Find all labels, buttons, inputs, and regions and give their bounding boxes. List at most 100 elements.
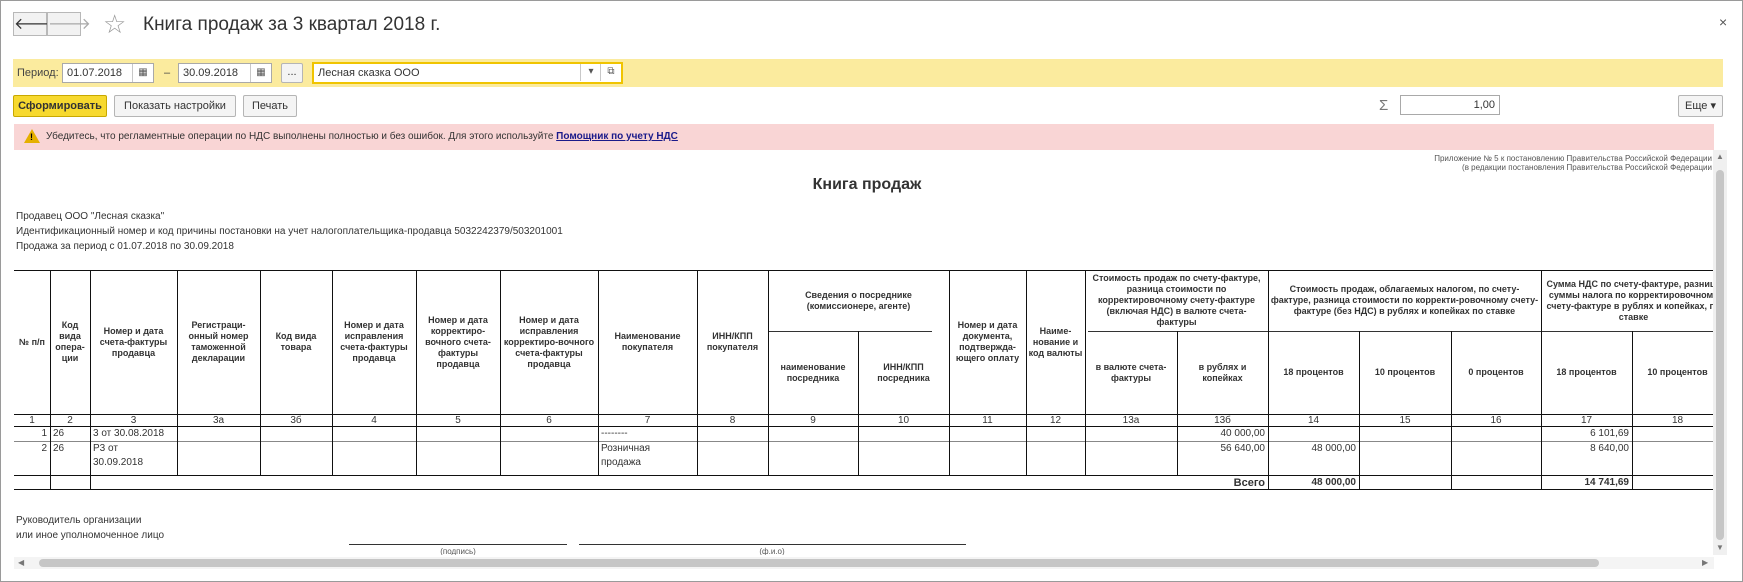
col-header-vat-18: 18 процентов [1556, 367, 1617, 377]
col-number: 16 [1490, 415, 1502, 426]
col-header-currency: Наиме-нование и код валюты [1028, 325, 1083, 358]
signature-label-2: или иное уполномоченное лицо [16, 530, 165, 541]
col-number: 3б [290, 415, 302, 426]
scroll-up-icon[interactable]: ▲ [1716, 152, 1724, 161]
col-number: 6 [546, 415, 552, 426]
row-invoice: Р3 от [93, 443, 118, 454]
vertical-scrollbar[interactable]: ▲ ▼ [1713, 150, 1727, 555]
appendix-line-2: (в редакции постановления Правительства … [1462, 163, 1712, 172]
col-header-invoice: Номер и дата счета-фактуры продавца [99, 325, 168, 358]
col-number: 14 [1307, 415, 1320, 426]
col-header-vat-10: 10 процентов [1647, 367, 1708, 377]
period-label: Период: [17, 67, 59, 79]
date-to-value: 30.09.2018 [183, 67, 239, 79]
seller-line: Продавец ООО "Лесная сказка" [16, 211, 165, 222]
col-number: 15 [1399, 415, 1411, 426]
col-number: 13а [1122, 415, 1140, 426]
appendix-line-1: Приложение № 5 к постановлению Правитель… [1434, 154, 1712, 163]
signature-label-1: Руководитель организации [16, 515, 142, 526]
total-vat-18: 14 741,69 [1584, 477, 1630, 488]
col-header-intermediary-inn: ИНН/КПП посредника [877, 361, 930, 383]
horizontal-scrollbar[interactable]: ◀ ▶ [14, 557, 1714, 569]
col-number: 1 [29, 415, 35, 426]
more-button[interactable]: Еще ▾ [1678, 95, 1723, 117]
col-number: 2 [67, 415, 73, 426]
col-header-sales-value: Стоимость продаж по счету-фактуре, разни… [1092, 273, 1261, 327]
date-from-value: 01.07.2018 [67, 67, 123, 79]
col-header-intermediary: Сведения о посреднике (комиссионере, аге… [805, 289, 912, 311]
col-header-taxable-10: 10 процентов [1374, 367, 1436, 377]
col-header-taxable-18: 18 процентов [1283, 367, 1344, 377]
col-header-goods-code: Код вида товара [275, 331, 317, 352]
vat-warning-banner: ! Убедитесь, что регламентные операции п… [14, 124, 1714, 150]
date-from-field[interactable]: 01.07.2018 ▦ [62, 63, 154, 83]
calendar-icon[interactable]: ▦ [250, 64, 271, 82]
row-value-rub: 56 640,00 [1220, 443, 1266, 454]
col-number: 12 [1049, 415, 1062, 426]
name-line [579, 544, 966, 545]
row-buyer: -------- [601, 428, 628, 439]
name-caption: (ф.и.о) [759, 547, 785, 555]
col-number: 4 [371, 415, 377, 426]
scroll-right-icon[interactable]: ▶ [1702, 558, 1708, 567]
period-select-button[interactable]: ... [281, 63, 303, 83]
report-window: 🡐 🡒 ☆ Книга продаж за 3 квартал 2018 г. … [0, 0, 1743, 582]
period-dash: – [164, 67, 171, 79]
row-vat-18: 6 101,69 [1590, 428, 1629, 439]
scroll-down-icon[interactable]: ▼ [1716, 543, 1724, 552]
horizontal-scroll-thumb[interactable] [39, 559, 1599, 567]
arrow-right-icon: 🡒 [48, 16, 91, 33]
col-header-number: № п/п [19, 336, 45, 347]
close-icon[interactable]: × [1719, 14, 1727, 30]
col-header-invoice-correction: Номер и дата исправления счета-фактуры п… [340, 320, 408, 363]
col-header-taxable-0: 0 процентов [1468, 367, 1524, 377]
row-op-code: 26 [53, 443, 65, 454]
col-header-taxable-value: Стоимость продаж, облагаемых налогом, по… [1270, 284, 1539, 316]
sum-icon: Σ [1379, 97, 1389, 114]
col-number: 18 [1671, 415, 1684, 426]
row-value-rub: 40 000,00 [1220, 428, 1266, 439]
back-button[interactable]: 🡐 [13, 12, 57, 36]
total-label: Всего [1233, 477, 1265, 489]
vat-assistant-link[interactable]: Помощник по учету НДС [556, 131, 678, 142]
row-number: 1 [41, 428, 47, 439]
vertical-scroll-thumb[interactable] [1716, 170, 1724, 540]
signature-caption: (подпись) [440, 547, 476, 555]
scroll-left-icon[interactable]: ◀ [18, 558, 24, 567]
col-header-customs-declaration: Регистраци-онный номер таможенной деклар… [188, 320, 249, 363]
col-number: 8 [729, 415, 736, 426]
signature-line [349, 544, 567, 545]
col-header-buyer-name: Наименование покупателя [614, 331, 681, 352]
open-icon[interactable]: ⧉ [600, 64, 621, 81]
window-title: Книга продаж за 3 квартал 2018 г. [143, 14, 441, 35]
row-number: 2 [41, 443, 47, 454]
warning-icon: ! [24, 129, 40, 143]
col-header-adjustment-correction: Номер и дата исправления корректиро-вочн… [503, 314, 595, 369]
col-header-vat-amount: Сумма НДС по счету-фактуре, разница сумм… [1546, 278, 1714, 322]
col-number: 5 [455, 415, 461, 426]
forward-button[interactable]: 🡒 [47, 12, 91, 36]
favorite-star-icon[interactable]: ☆ [103, 11, 126, 37]
report-title: Книга продаж [812, 176, 922, 193]
row-invoice: 3 от 30.08.2018 [93, 428, 165, 439]
col-header-op-code: Код вида опера-ции [55, 320, 85, 363]
organization-field[interactable]: Лесная сказка ООО ▾ ⧉ [312, 62, 623, 84]
show-settings-button[interactable]: Показать настройки [114, 95, 236, 117]
col-number: 17 [1580, 415, 1593, 426]
col-header-value-rub: в рублях и копейках [1198, 361, 1247, 383]
sum-field[interactable]: 1,00 [1400, 95, 1500, 115]
report-document: Приложение № 5 к постановлению Правитель… [14, 150, 1714, 555]
generate-button[interactable]: Сформировать [13, 95, 107, 117]
chevron-down-icon[interactable]: ▾ [580, 64, 601, 81]
print-button[interactable]: Печать [243, 95, 297, 117]
date-to-field[interactable]: 30.09.2018 ▦ [178, 63, 272, 83]
row-buyer-2: продажа [601, 457, 641, 468]
organization-value: Лесная сказка ООО [318, 67, 420, 79]
row-taxable-18: 48 000,00 [1311, 443, 1357, 454]
row-vat-18: 8 640,00 [1590, 443, 1629, 454]
col-number: 3 [130, 415, 137, 426]
inn-line: Идентификационный номер и код причины по… [16, 226, 563, 237]
total-taxable-18: 48 000,00 [1311, 477, 1357, 488]
row-invoice-date: 30.09.2018 [93, 457, 144, 468]
calendar-icon[interactable]: ▦ [132, 64, 153, 82]
